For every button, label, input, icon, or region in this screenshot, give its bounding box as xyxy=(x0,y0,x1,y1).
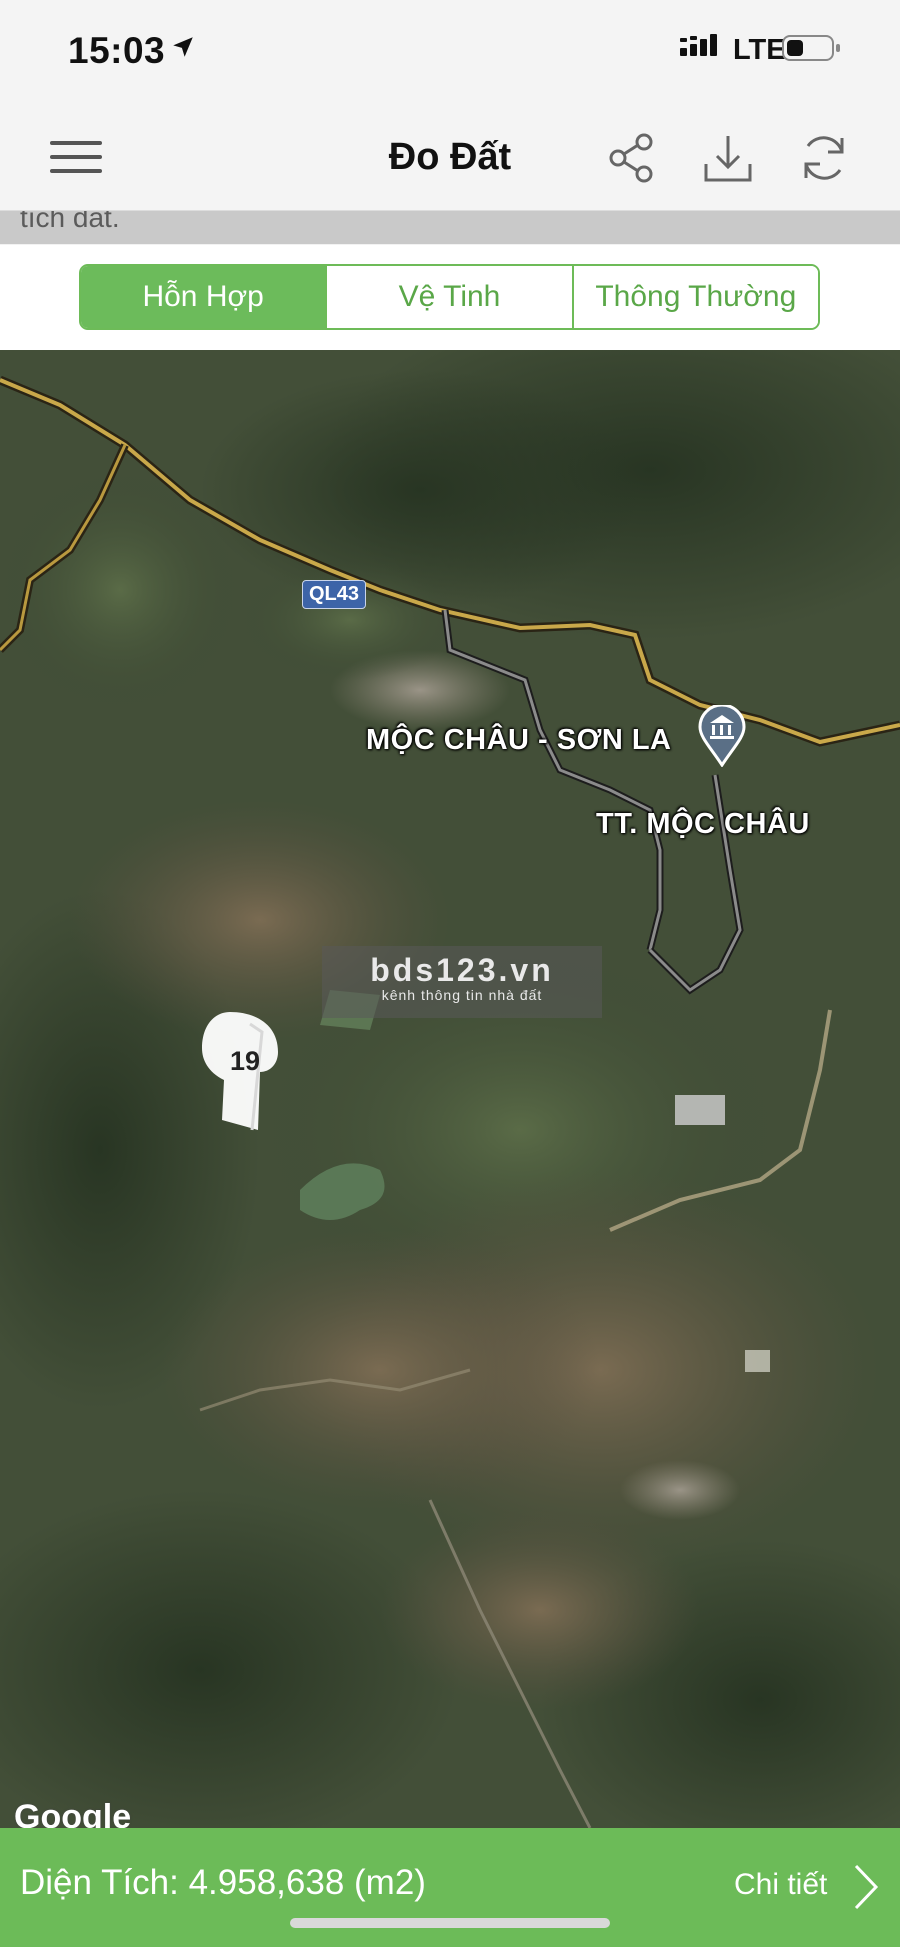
map-type-hybrid[interactable]: Hỗn Hợp xyxy=(81,266,326,328)
page-title: Đo Đất xyxy=(388,136,512,178)
road-shield-ql43: QL43 xyxy=(302,580,367,609)
area-text: Diện Tích: 4.958,638 (m2) xyxy=(20,1863,426,1902)
town-label: TT. MỘC CHÂU xyxy=(596,808,810,840)
museum-pin-icon[interactable] xyxy=(698,705,746,767)
nav-bar: Đo Đất xyxy=(0,100,900,211)
bottom-bar: Diện Tích: 4.958,638 (m2) Chi tiết xyxy=(0,1828,900,1947)
watermark-main: bds123.vn xyxy=(370,952,554,988)
chevron-right-icon[interactable] xyxy=(852,1862,880,1912)
signal-icon xyxy=(680,34,717,56)
map-type-segmented-control: Hỗn Hợp Vệ Tinh Thông Thường xyxy=(79,264,820,330)
watermark-sub: kênh thông tin nhà đất xyxy=(381,987,543,1003)
map-type-normal[interactable]: Thông Thường xyxy=(571,266,818,328)
satellite-terrain xyxy=(0,350,900,1828)
status-bar: 15:03 LTE xyxy=(0,0,900,100)
google-logo: Google xyxy=(14,1798,132,1828)
download-icon[interactable] xyxy=(700,130,756,186)
watermark: bds123.vn kênh thông tin nhà đất xyxy=(322,946,602,1018)
map-type-satellite[interactable]: Vệ Tinh xyxy=(325,266,572,328)
battery-icon xyxy=(782,35,840,61)
place-label-moc-chau: MỘC CHÂU - SƠN LA xyxy=(366,724,672,756)
share-icon[interactable] xyxy=(604,130,660,186)
detail-link[interactable]: Chi tiết xyxy=(734,1868,827,1902)
marker-label: 19 xyxy=(230,1046,261,1076)
location-arrow-icon xyxy=(173,37,193,57)
status-time: 15:03 xyxy=(68,30,166,71)
home-indicator xyxy=(290,1918,610,1928)
scrolled-text-band: tích đất. xyxy=(0,211,900,244)
network-type: LTE xyxy=(733,34,786,66)
map-view[interactable]: QL43 MỘC CHÂU - SƠN LA TT. MỘC CHÂU bds1… xyxy=(0,350,900,1828)
map-type-bar: Hỗn Hợp Vệ Tinh Thông Thường xyxy=(0,245,900,350)
scrolled-text: tích đất. xyxy=(20,211,120,233)
refresh-icon[interactable] xyxy=(796,130,852,186)
